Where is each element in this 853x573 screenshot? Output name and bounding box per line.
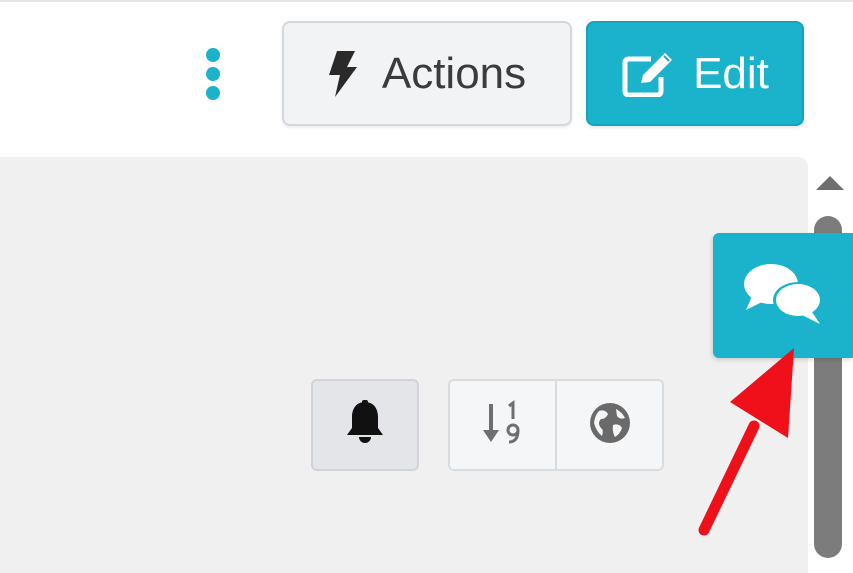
dot — [206, 67, 220, 81]
content-panel — [0, 157, 808, 573]
actions-button[interactable]: Actions — [282, 21, 572, 126]
more-options-button[interactable] — [196, 46, 230, 104]
edit-label: Edit — [693, 48, 769, 98]
lightning-bolt-icon — [328, 50, 358, 97]
chat-button[interactable] — [713, 233, 853, 358]
actions-label: Actions — [381, 48, 527, 98]
globe-icon — [588, 401, 632, 450]
bell-icon — [345, 399, 385, 451]
page-root: Actions Edit — [0, 0, 853, 573]
scroll-up-arrow[interactable] — [816, 176, 844, 190]
sort-numeric-icon — [481, 399, 525, 451]
chat-bubbles-icon — [740, 258, 826, 333]
dot — [206, 48, 220, 62]
view-options-group — [448, 379, 664, 471]
sort-button[interactable] — [450, 381, 555, 469]
dot — [206, 86, 220, 100]
edit-button[interactable]: Edit — [586, 21, 804, 126]
globe-button[interactable] — [555, 381, 662, 469]
pencil-square-icon — [621, 51, 675, 97]
top-divider — [0, 0, 853, 2]
notifications-button[interactable] — [311, 379, 419, 471]
